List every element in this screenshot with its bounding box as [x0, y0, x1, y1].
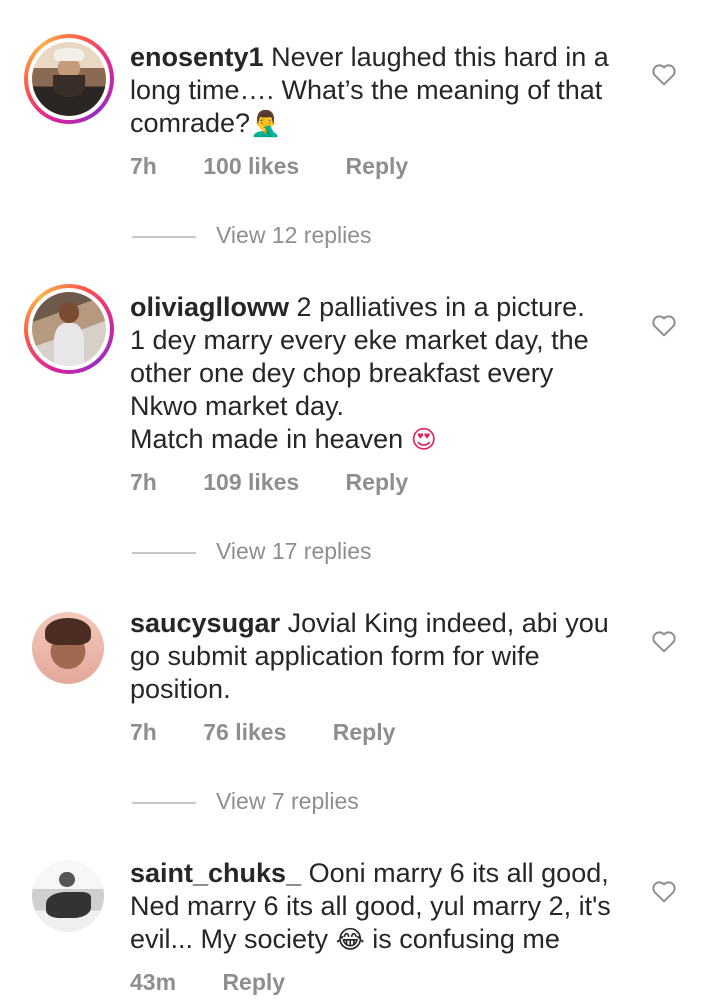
comment-body: saint_chuks_ Ooni marry 6 its all good, …	[130, 857, 630, 956]
divider	[132, 235, 196, 238]
comment-meta: 7h 100 likes Reply	[130, 153, 408, 180]
reply-button[interactable]: Reply	[346, 469, 409, 496]
comment-time: 7h	[130, 153, 157, 179]
comment-text: long time…. What’s the meaning of that	[130, 75, 603, 105]
reply-button[interactable]: Reply	[222, 969, 285, 996]
comment-text: Match made in heaven	[130, 424, 404, 454]
avatar[interactable]	[24, 284, 114, 374]
comment-text: Nkwo market day.	[130, 391, 345, 421]
like-heart-icon[interactable]	[651, 62, 677, 86]
profile-photo	[32, 612, 104, 684]
comment-text: 2 palliatives in a picture.	[296, 292, 585, 322]
comment-time: 7h	[130, 469, 157, 495]
comment-time: 7h	[130, 719, 157, 745]
divider	[132, 801, 196, 804]
reply-button[interactable]: Reply	[346, 153, 409, 180]
avatar[interactable]	[24, 34, 114, 124]
comment-text: evil... My society	[130, 924, 329, 954]
comment-text: Never laughed this hard in a	[271, 42, 609, 72]
comment-username[interactable]: saint_chuks_	[130, 858, 301, 888]
comment-text: 1 dey marry every eke market day, the	[130, 325, 589, 355]
comment-text: is confusing me	[372, 924, 560, 954]
comment-body: enosenty1 Never laughed this hard in a l…	[130, 41, 630, 140]
comment-text: comrade?	[130, 108, 251, 138]
comment-username[interactable]: oliviaglloww	[130, 292, 289, 322]
reply-button[interactable]: Reply	[333, 719, 396, 746]
like-heart-icon[interactable]	[651, 629, 677, 653]
comment-text: Jovial King indeed, abi you	[287, 608, 609, 638]
view-replies-label: View 7 replies	[216, 788, 359, 814]
comment-username[interactable]: enosenty1	[130, 42, 264, 72]
view-replies-button[interactable]: View 17 replies	[132, 538, 372, 565]
view-replies-button[interactable]: View 12 replies	[132, 222, 372, 249]
comment-text: go submit application form for wife	[130, 641, 540, 671]
comment-body: oliviaglloww 2 palliatives in a picture.…	[130, 291, 630, 456]
avatar[interactable]	[32, 860, 104, 932]
profile-photo	[32, 292, 106, 366]
facepalm-emoji: 🤦‍♂️	[250, 109, 282, 138]
view-replies-label: View 12 replies	[216, 222, 372, 248]
view-replies-button[interactable]: View 7 replies	[132, 788, 359, 815]
comment-body: saucysugar Jovial King indeed, abi you g…	[130, 607, 630, 706]
comment-meta: 43m Reply	[130, 969, 285, 996]
comment-text: Ooni marry 6 its all good,	[308, 858, 609, 888]
comment-meta: 7h 76 likes Reply	[130, 719, 395, 746]
like-heart-icon[interactable]	[651, 313, 677, 337]
comment-text: other one dey chop breakfast every	[130, 358, 554, 388]
view-replies-label: View 17 replies	[216, 538, 372, 564]
comment-likes[interactable]: 76 likes	[203, 719, 286, 746]
comment-likes[interactable]: 109 likes	[203, 469, 299, 496]
comment-username[interactable]: saucysugar	[130, 608, 280, 638]
comment-time: 43m	[130, 969, 177, 995]
like-heart-icon[interactable]	[651, 879, 677, 903]
profile-photo	[32, 860, 104, 932]
comment-text: position.	[130, 674, 231, 704]
profile-photo	[32, 42, 106, 116]
tears-of-joy-emoji: 😂	[335, 925, 365, 954]
comment-text: Ned marry 6 its all good, yul marry 2, i…	[130, 891, 611, 921]
heart-eyes-emoji: 😍	[410, 425, 437, 454]
comment-meta: 7h 109 likes Reply	[130, 469, 408, 496]
divider	[132, 551, 196, 554]
avatar[interactable]	[32, 612, 104, 684]
comment-likes[interactable]: 100 likes	[203, 153, 299, 180]
